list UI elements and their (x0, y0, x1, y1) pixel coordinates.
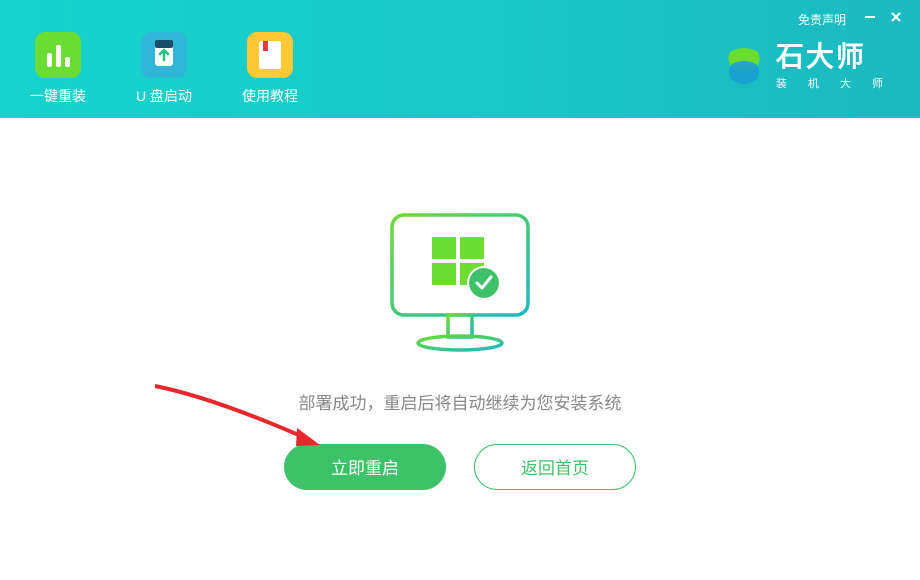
header: 一键重装 U 盘启动 使用教程 免责声明 (0, 0, 920, 118)
main-content: 部署成功，重启后将自动继续为您安装系统 立即重启 返回首页 (0, 118, 920, 580)
disclaimer-link[interactable]: 免责声明 (798, 11, 846, 28)
tab-reinstall[interactable]: 一键重装 (30, 12, 86, 106)
restart-now-button[interactable]: 立即重启 (284, 444, 446, 490)
tab-usb-boot[interactable]: U 盘启动 (136, 12, 192, 106)
logo-tagline: 装 机 大 师 (776, 75, 892, 91)
tab-label: 使用教程 (242, 86, 298, 106)
reinstall-icon (35, 32, 81, 78)
top-links: 免责声明 (798, 10, 902, 28)
status-message: 部署成功，重启后将自动继续为您安装系统 (299, 389, 622, 414)
minimize-button[interactable] (864, 10, 876, 28)
tutorial-icon (247, 32, 293, 78)
monitor-success-icon (370, 209, 550, 359)
logo-name: 石大师 (776, 42, 892, 73)
button-row: 立即重启 返回首页 (284, 444, 636, 490)
tab-label: U 盘启动 (136, 86, 192, 106)
window-controls (864, 10, 902, 28)
tab-label: 一键重装 (30, 86, 86, 106)
logo-icon (722, 44, 766, 88)
nav-tabs: 一键重装 U 盘启动 使用教程 (30, 12, 298, 106)
logo: 石大师 装 机 大 师 (722, 42, 892, 91)
logo-text: 石大师 装 机 大 师 (776, 42, 892, 91)
return-home-button[interactable]: 返回首页 (474, 444, 636, 490)
tab-tutorial[interactable]: 使用教程 (242, 12, 298, 106)
usb-icon (141, 32, 187, 78)
close-button[interactable] (890, 10, 902, 28)
